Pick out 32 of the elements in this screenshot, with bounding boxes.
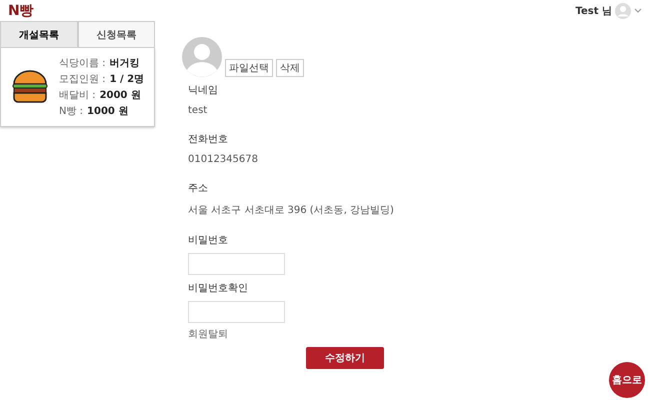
- field-label: 비밀번호: [188, 234, 229, 247]
- info-value: 버거킹: [110, 57, 140, 70]
- logo[interactable]: N빵: [8, 4, 34, 18]
- field-label: 닉네임: [188, 84, 219, 97]
- avatar-icon[interactable]: [615, 2, 631, 18]
- chevron-down-icon[interactable]: [634, 8, 642, 14]
- info-value: 1000 원: [87, 105, 128, 118]
- home-button[interactable]: 홈으로: [609, 362, 645, 398]
- file-select-button[interactable]: 파일선택: [225, 59, 273, 77]
- field-value: test: [188, 105, 208, 116]
- field-label: 비밀번호확인: [188, 282, 249, 295]
- info-label: 식당이름 :: [59, 57, 106, 70]
- password-field[interactable]: [188, 253, 285, 275]
- avatar-icon: [182, 37, 222, 77]
- submit-button[interactable]: 수정하기: [306, 347, 384, 369]
- delete-button[interactable]: 삭제: [276, 59, 304, 77]
- field-value: 서울 서초구 서초대로 396 (서초동, 강남빌딩): [188, 204, 395, 217]
- info-label: N빵 :: [59, 105, 84, 118]
- info-value: 2000 원: [100, 89, 141, 102]
- info-label: 모집인원 :: [59, 73, 106, 86]
- field-label: 주소: [188, 182, 209, 195]
- burger-icon: [11, 69, 49, 105]
- password-field[interactable]: [188, 301, 285, 323]
- info-label: 배달비 :: [59, 89, 96, 102]
- card-background[interactable]: 식당이름 : 버거킹 모집인원 : 1 / 2명 배달비 : 2000 원 N빵 : 1000 원: [0, 48, 155, 127]
- info-value: 1 / 2명: [110, 73, 144, 86]
- tab[interactable]: 개설목록: [0, 21, 78, 48]
- field-label: 전화번호: [188, 133, 229, 146]
- field-value: 01012345678: [188, 154, 259, 165]
- user-name: Test 님: [576, 4, 612, 18]
- tab[interactable]: 신청목록: [78, 21, 155, 48]
- withdraw-link[interactable]: 회원탈퇴: [188, 327, 402, 341]
